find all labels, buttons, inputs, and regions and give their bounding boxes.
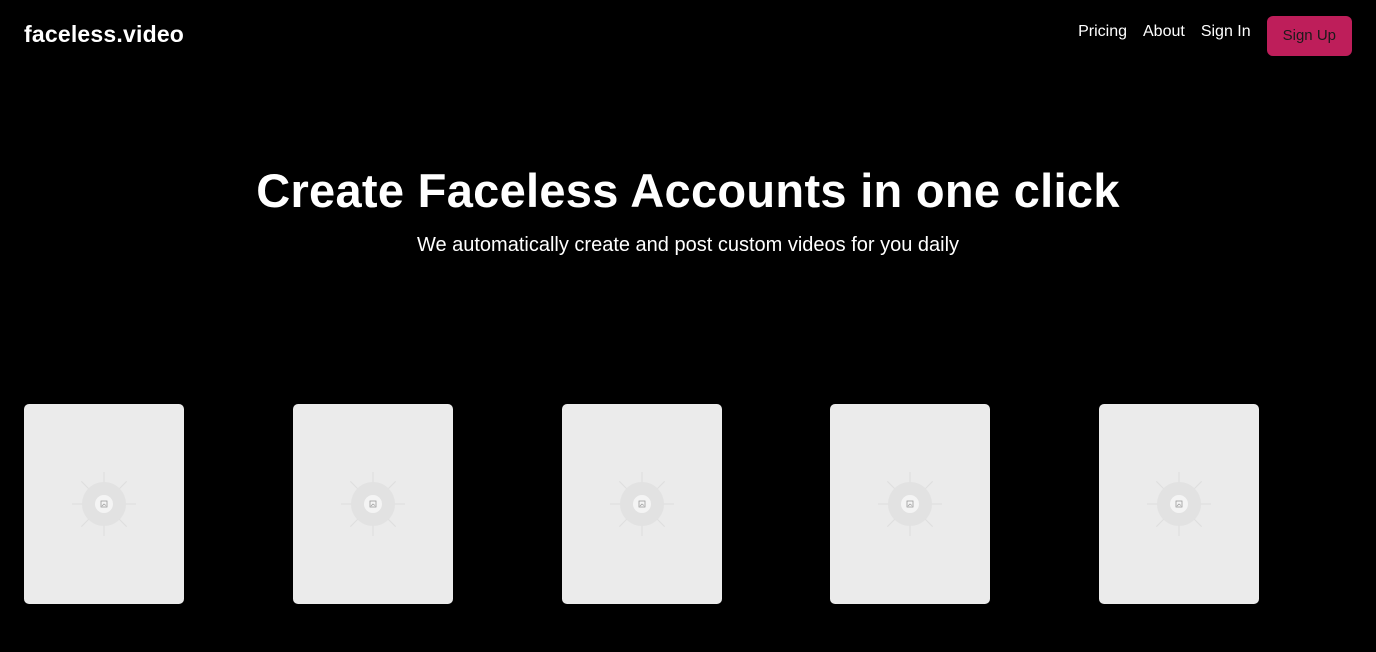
sign-up-button[interactable]: Sign Up (1266, 16, 1352, 56)
video-card[interactable] (830, 404, 990, 604)
image-placeholder-icon (610, 472, 674, 536)
nav-about-link[interactable]: About (1143, 23, 1185, 41)
logo[interactable]: faceless.video (24, 21, 184, 48)
nav-sign-in-link[interactable]: Sign In (1201, 23, 1251, 41)
page: faceless.video Pricing About Sign In Sig… (0, 0, 1376, 652)
video-card[interactable] (293, 404, 453, 604)
image-placeholder-icon (72, 472, 136, 536)
header: faceless.video Pricing About Sign In Sig… (0, 0, 1376, 72)
video-card[interactable] (1099, 404, 1259, 604)
video-card[interactable] (562, 404, 722, 604)
image-placeholder-icon (1147, 472, 1211, 536)
hero-title: Create Faceless Accounts in one click (256, 164, 1120, 217)
nav-pricing-link[interactable]: Pricing (1078, 23, 1127, 41)
image-placeholder-icon (341, 472, 405, 536)
nav-menu: Pricing About Sign In Sign Up (1078, 16, 1352, 56)
image-placeholder-icon (878, 472, 942, 536)
hero-subtitle: We automatically create and post custom … (416, 234, 960, 256)
video-card[interactable] (24, 404, 184, 604)
